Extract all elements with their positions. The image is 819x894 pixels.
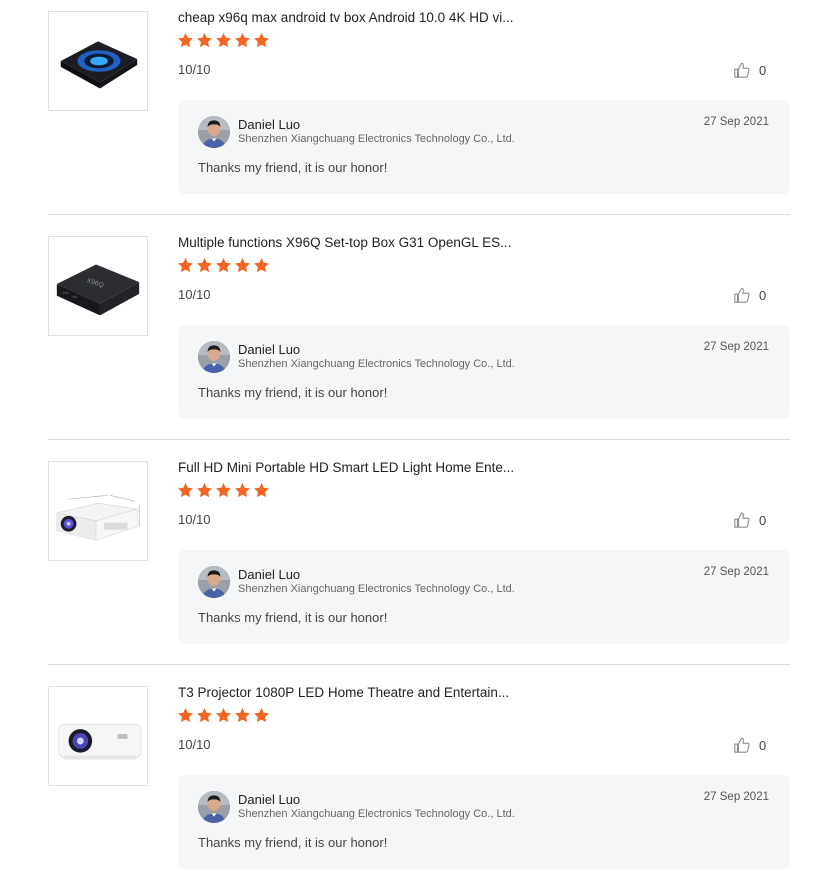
like-button[interactable]: 0	[733, 736, 766, 754]
mini-projector-image	[49, 462, 147, 560]
product-title[interactable]: cheap x96q max android tv box Android 10…	[178, 9, 598, 27]
star-icon	[197, 708, 212, 723]
replier-name: Daniel Luo	[238, 342, 301, 357]
star-icon	[197, 33, 212, 48]
reply-date: 27 Sep 2021	[703, 341, 769, 353]
set-top-box-image: X96Q	[49, 237, 147, 335]
star-icon	[235, 708, 250, 723]
seller-reply: Daniel Luo Shenzhen Xiangchuang Electron…	[178, 775, 790, 869]
star-rating	[177, 32, 270, 52]
star-rating	[177, 707, 270, 727]
reply-text: Thanks my friend, it is our honor!	[198, 160, 388, 175]
review-item: T3 Projector 1080P LED Home Theatre and …	[48, 664, 790, 889]
seller-reply: Daniel Luo Shenzhen Xiangchuang Electron…	[178, 550, 790, 644]
reply-date: 27 Sep 2021	[703, 791, 769, 803]
like-count: 0	[759, 737, 767, 753]
review-list: cheap x96q max android tv box Android 10…	[0, 0, 819, 894]
t3-projector-image	[49, 687, 147, 785]
product-title[interactable]: Multiple functions X96Q Set-top Box G31 …	[178, 234, 598, 252]
like-button[interactable]: 0	[733, 61, 766, 79]
product-title[interactable]: Full HD Mini Portable HD Smart LED Light…	[178, 459, 598, 477]
reply-date: 27 Sep 2021	[703, 566, 769, 578]
rating-score: 10/10	[178, 737, 211, 752]
star-icon	[178, 483, 193, 498]
star-icon	[235, 483, 250, 498]
product-thumbnail[interactable]	[48, 461, 148, 561]
avatar	[198, 341, 230, 373]
review-item: X96Q Multiple functions X96Q Set-top Box…	[48, 214, 790, 439]
avatar	[198, 566, 230, 598]
star-icon	[178, 33, 193, 48]
replier-company: Shenzhen Xiangchuang Electronics Technol…	[238, 133, 515, 145]
avatar	[198, 116, 230, 148]
like-button[interactable]: 0	[733, 286, 766, 304]
star-icon	[216, 708, 231, 723]
star-icon	[235, 33, 250, 48]
star-icon	[254, 708, 269, 723]
tv-box-image	[49, 12, 147, 110]
reply-date: 27 Sep 2021	[703, 116, 769, 128]
avatar	[198, 791, 230, 823]
star-icon	[254, 483, 269, 498]
star-icon	[197, 258, 212, 273]
star-icon	[216, 33, 231, 48]
thumbs-up-icon	[733, 511, 751, 529]
product-title[interactable]: T3 Projector 1080P LED Home Theatre and …	[178, 684, 598, 702]
star-rating	[177, 482, 270, 502]
reply-text: Thanks my friend, it is our honor!	[198, 835, 388, 850]
replier-name: Daniel Luo	[238, 117, 301, 132]
star-icon	[197, 483, 212, 498]
like-button[interactable]: 0	[733, 511, 766, 529]
like-count: 0	[759, 62, 767, 78]
thumbs-up-icon	[733, 736, 751, 754]
star-icon	[254, 258, 269, 273]
review-item: Full HD Mini Portable HD Smart LED Light…	[48, 439, 790, 664]
replier-company: Shenzhen Xiangchuang Electronics Technol…	[238, 808, 515, 820]
product-thumbnail[interactable]	[48, 11, 148, 111]
replier-name: Daniel Luo	[238, 792, 301, 807]
replier-company: Shenzhen Xiangchuang Electronics Technol…	[238, 358, 515, 370]
rating-score: 10/10	[178, 512, 211, 527]
like-count: 0	[759, 287, 767, 303]
reply-text: Thanks my friend, it is our honor!	[198, 610, 388, 625]
star-icon	[235, 258, 250, 273]
product-thumbnail[interactable]	[48, 686, 148, 786]
star-icon	[178, 258, 193, 273]
star-icon	[216, 483, 231, 498]
replier-name: Daniel Luo	[238, 567, 301, 582]
star-icon	[216, 258, 231, 273]
star-rating	[177, 257, 270, 277]
seller-reply: Daniel Luo Shenzhen Xiangchuang Electron…	[178, 100, 790, 194]
product-thumbnail[interactable]: X96Q	[48, 236, 148, 336]
review-item: cheap x96q max android tv box Android 10…	[48, 0, 790, 214]
rating-score: 10/10	[178, 62, 211, 77]
like-count: 0	[759, 512, 767, 528]
star-icon	[178, 708, 193, 723]
rating-score: 10/10	[178, 287, 211, 302]
reply-text: Thanks my friend, it is our honor!	[198, 385, 388, 400]
thumbs-up-icon	[733, 61, 751, 79]
seller-reply: Daniel Luo Shenzhen Xiangchuang Electron…	[178, 325, 790, 419]
star-icon	[254, 33, 269, 48]
thumbs-up-icon	[733, 286, 751, 304]
replier-company: Shenzhen Xiangchuang Electronics Technol…	[238, 583, 515, 595]
